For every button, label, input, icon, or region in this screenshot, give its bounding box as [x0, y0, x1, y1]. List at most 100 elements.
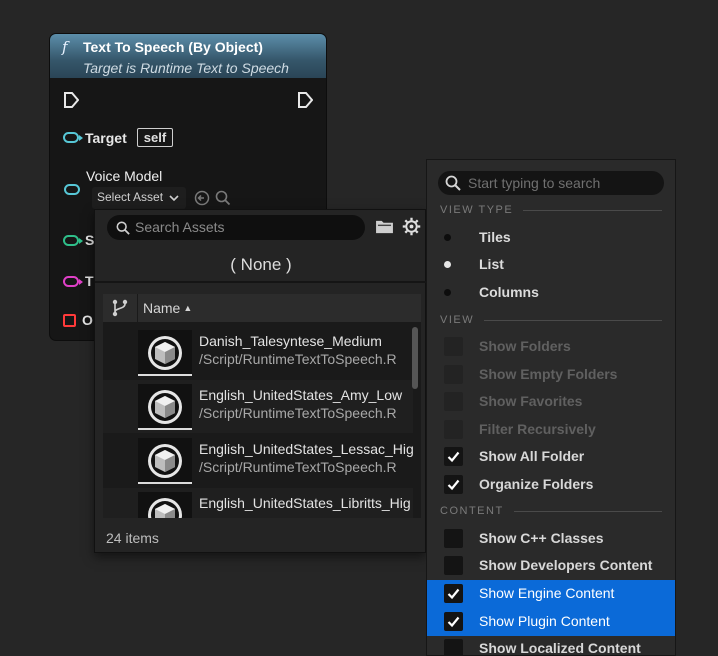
- section-content: CONTENT: [440, 505, 662, 517]
- section-content-label: CONTENT: [440, 505, 504, 517]
- section-view: VIEW: [440, 314, 662, 326]
- browse-back-icon[interactable]: [194, 190, 210, 206]
- asset-row[interactable]: English_UnitedStates_Libritts_Hig: [103, 488, 413, 518]
- option-label: Show Favorites: [479, 393, 583, 409]
- asset-search-input[interactable]: Search Assets: [107, 215, 365, 240]
- asset-name: English_UnitedStates_Amy_Low: [199, 387, 403, 403]
- option-show-developers-content[interactable]: Show Developers Content: [427, 552, 675, 580]
- view-type-label: Tiles: [479, 229, 511, 245]
- hidden-pin-row-3[interactable]: O: [63, 312, 93, 328]
- asset-search-placeholder: Search Assets: [135, 219, 225, 235]
- asset-row[interactable]: English_UnitedStates_Lessac_Hig /Script/…: [103, 434, 414, 487]
- target-pin-row[interactable]: Target self: [63, 128, 174, 147]
- option-show-engine-content[interactable]: Show Engine Content: [427, 580, 675, 608]
- option-show-all-folder[interactable]: Show All Folder: [427, 443, 675, 471]
- target-self-value: self: [136, 128, 174, 147]
- checkbox: [444, 612, 463, 631]
- asset-row[interactable]: English_UnitedStates_Amy_Low /Script/Run…: [103, 380, 413, 433]
- hidden-pin-label-2: T: [85, 273, 94, 289]
- asset-row[interactable]: Danish_Talesyntese_Medium /Script/Runtim…: [103, 326, 413, 379]
- list-header: Name ▲: [103, 294, 421, 322]
- list-scrollbar[interactable]: [412, 327, 418, 389]
- view-type-label: List: [479, 256, 504, 272]
- asset-thumbnail: [138, 384, 192, 430]
- checkbox: [444, 420, 463, 439]
- search-icon: [116, 221, 130, 235]
- source-control-icon[interactable]: [112, 299, 128, 317]
- view-type-tiles[interactable]: Tiles: [427, 224, 675, 252]
- option-label: Show C++ Classes: [479, 530, 604, 546]
- option-label: Show Localized Content: [479, 640, 641, 656]
- view-type-list[interactable]: List: [427, 251, 675, 279]
- checkbox: [444, 529, 463, 548]
- asset-path: /Script/RuntimeTextToSpeech.R: [199, 405, 397, 421]
- option-label: Show All Folder: [479, 448, 585, 464]
- section-view-label: VIEW: [440, 314, 475, 326]
- option-show-empty-folders[interactable]: Show Empty Folders: [427, 361, 675, 389]
- asset-path: /Script/RuntimeTextToSpeech.R: [199, 351, 397, 367]
- checkbox: [444, 639, 463, 655]
- select-asset-label: Select Asset: [97, 190, 164, 204]
- asset-thumbnail: [138, 438, 192, 484]
- object-pin-icon[interactable]: [63, 132, 83, 143]
- asset-thumbnail: [138, 330, 192, 376]
- option-label: Show Empty Folders: [479, 366, 618, 382]
- asset-name: English_UnitedStates_Lessac_Hig: [199, 441, 414, 457]
- asset-cube-icon: [148, 498, 182, 518]
- hidden-pin-row-2[interactable]: T: [63, 273, 94, 289]
- sort-ascending-icon: ▲: [183, 303, 193, 313]
- option-label: Filter Recursively: [479, 421, 596, 437]
- view-options-menu[interactable]: Start typing to search VIEW TYPE Tiles L…: [426, 159, 676, 656]
- view-type-label: Columns: [479, 284, 539, 300]
- none-option[interactable]: ( None ): [95, 247, 427, 283]
- exec-in-pin-icon[interactable]: [63, 92, 79, 108]
- target-pin-label: Target: [85, 129, 127, 146]
- name-column-header[interactable]: Name ▲: [143, 300, 192, 316]
- asset-cube-icon: [148, 390, 182, 424]
- select-asset-dropdown[interactable]: Select Asset: [92, 187, 186, 209]
- option-label: Show Developers Content: [479, 557, 653, 573]
- checkbox: [444, 447, 463, 466]
- string-pin-icon[interactable]: [63, 275, 83, 287]
- option-filter-recursively[interactable]: Filter Recursively: [427, 416, 675, 444]
- option-show-folders[interactable]: Show Folders: [427, 333, 675, 361]
- view-type-columns[interactable]: Columns: [427, 279, 675, 307]
- option-label: Show Folders: [479, 338, 571, 354]
- name-column-label: Name: [143, 300, 181, 316]
- hidden-pin-label-3: O: [82, 312, 93, 328]
- asset-picker-panel[interactable]: Search Assets ( None ) Name ▲ Danish_Tal…: [94, 209, 427, 553]
- checkbox: [444, 475, 463, 494]
- option-show-localized-content[interactable]: Show Localized Content: [427, 635, 675, 656]
- header-divider: [137, 294, 138, 322]
- byte-pin-icon[interactable]: [63, 234, 83, 246]
- option-organize-folders[interactable]: Organize Folders: [427, 471, 675, 499]
- menu-search-placeholder: Start typing to search: [468, 175, 601, 191]
- browse-search-icon[interactable]: [215, 190, 231, 206]
- checkmark-icon: [447, 451, 460, 463]
- section-view-type: VIEW TYPE: [440, 204, 662, 216]
- gear-icon[interactable]: [401, 216, 422, 237]
- asset-name: English_UnitedStates_Libritts_Hig: [199, 495, 411, 511]
- function-icon: f: [62, 38, 68, 56]
- search-icon: [445, 175, 461, 191]
- option-show-cpp-classes[interactable]: Show C++ Classes: [427, 525, 675, 553]
- folder-icon[interactable]: [375, 219, 394, 234]
- asset-name: Danish_Talesyntese_Medium: [199, 333, 382, 349]
- option-show-plugin-content[interactable]: Show Plugin Content: [427, 608, 675, 636]
- struct-pin-icon[interactable]: [63, 313, 76, 327]
- radio-dot-icon: [444, 234, 451, 241]
- voice-model-pin-icon[interactable]: [64, 184, 80, 195]
- radio-dot-icon: [444, 261, 451, 268]
- menu-search-input[interactable]: Start typing to search: [438, 171, 664, 195]
- node-header[interactable]: f Text To Speech (By Object) Target is R…: [50, 34, 326, 78]
- option-label: Organize Folders: [479, 476, 594, 492]
- checkmark-icon: [447, 588, 460, 600]
- node-title: Text To Speech (By Object): [83, 39, 263, 55]
- asset-cube-icon: [148, 444, 182, 478]
- asset-list[interactable]: Name ▲ Danish_Talesyntese_Medium /Script/…: [103, 294, 421, 518]
- exec-out-pin-icon[interactable]: [297, 92, 313, 108]
- checkbox: [444, 584, 463, 603]
- hidden-pin-row-1[interactable]: S: [63, 232, 94, 248]
- node-subtitle: Target is Runtime Text to Speech: [83, 60, 289, 76]
- option-show-favorites[interactable]: Show Favorites: [427, 388, 675, 416]
